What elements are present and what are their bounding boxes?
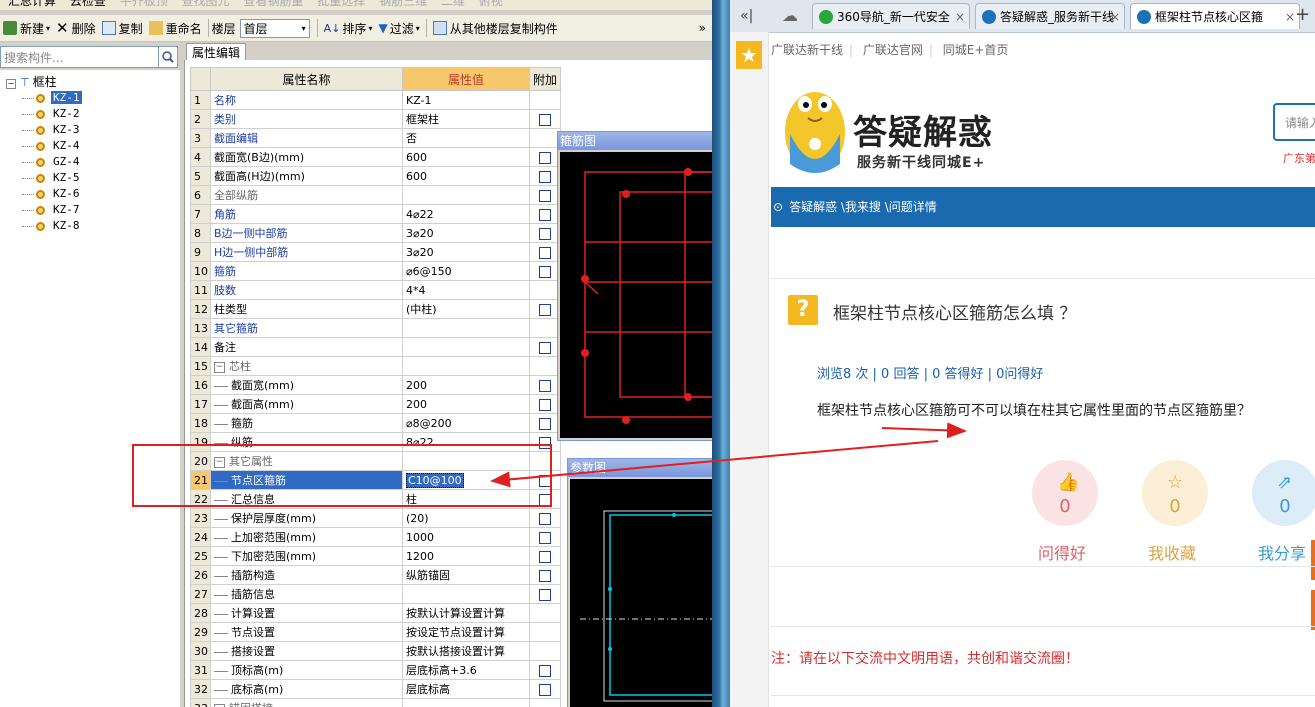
annotation-arrows — [490, 422, 967, 488]
arrow-under-question — [881, 422, 967, 439]
arrow-to-field — [490, 440, 939, 488]
